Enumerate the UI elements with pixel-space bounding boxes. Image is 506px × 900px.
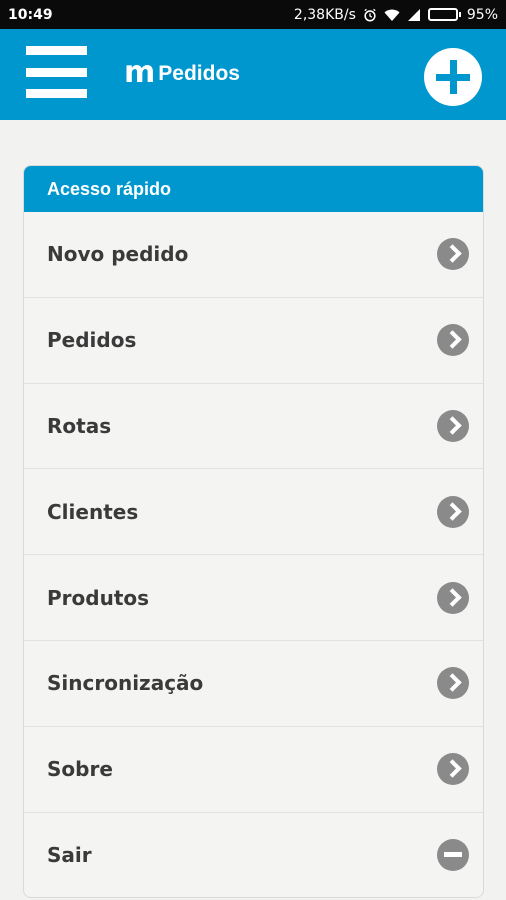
menu-item-label: Sobre (47, 757, 113, 782)
network-speed: 2,38KB/s (293, 6, 356, 23)
menu-item-label: Produtos (47, 585, 150, 610)
menu-item-label: Sair (47, 843, 92, 868)
chevron-right-icon (437, 667, 469, 700)
signal-icon (407, 8, 420, 21)
menu-item-rotas[interactable]: Rotas (24, 384, 483, 470)
menu-item-label: Clientes (47, 499, 139, 524)
quick-access-header: Acesso rápido (24, 166, 483, 212)
status-right: 2,38KB/s 95% (294, 7, 498, 23)
hamburger-menu-icon[interactable] (26, 46, 87, 98)
menu-item-sobre[interactable]: Sobre (24, 727, 483, 813)
minus-circle-icon (437, 839, 469, 872)
app-logo: m (124, 55, 155, 90)
add-button[interactable] (424, 48, 482, 106)
chevron-right-icon (437, 324, 469, 357)
menu-item-sair[interactable]: Sair (24, 813, 483, 897)
battery-icon (427, 8, 461, 21)
menu-item-produtos[interactable]: Produtos (24, 555, 483, 641)
menu-item-clientes[interactable]: Clientes (24, 469, 483, 556)
menu-item-label: Pedidos (47, 328, 137, 353)
status-bar: 10:49 2,38KB/s 95% (0, 0, 506, 29)
menu-item-label: Rotas (47, 413, 112, 438)
chevron-right-icon (437, 409, 469, 442)
status-time: 10:49 (8, 6, 53, 23)
alarm-icon (364, 8, 376, 21)
chevron-right-icon (437, 238, 469, 271)
chevron-right-icon (437, 753, 469, 786)
app-brand: m Pedidos (124, 55, 240, 90)
chevron-right-icon (437, 495, 469, 528)
menu-item-novo-pedido[interactable]: Novo pedido (24, 212, 483, 298)
app-bar: m Pedidos (0, 29, 506, 120)
wifi-icon (384, 9, 400, 21)
battery-percent: 95% (466, 6, 498, 23)
menu-item-label: Novo pedido (47, 242, 189, 267)
app-title: Pedidos (158, 62, 240, 85)
menu-item-sincronizacao[interactable]: Sincronização (24, 641, 483, 727)
quick-access-card: Acesso rápido Novo pedido Pedidos Rotas … (23, 165, 484, 898)
chevron-right-icon (437, 581, 469, 614)
menu-item-label: Sincronização (47, 671, 204, 696)
menu-item-pedidos[interactable]: Pedidos (24, 298, 483, 384)
